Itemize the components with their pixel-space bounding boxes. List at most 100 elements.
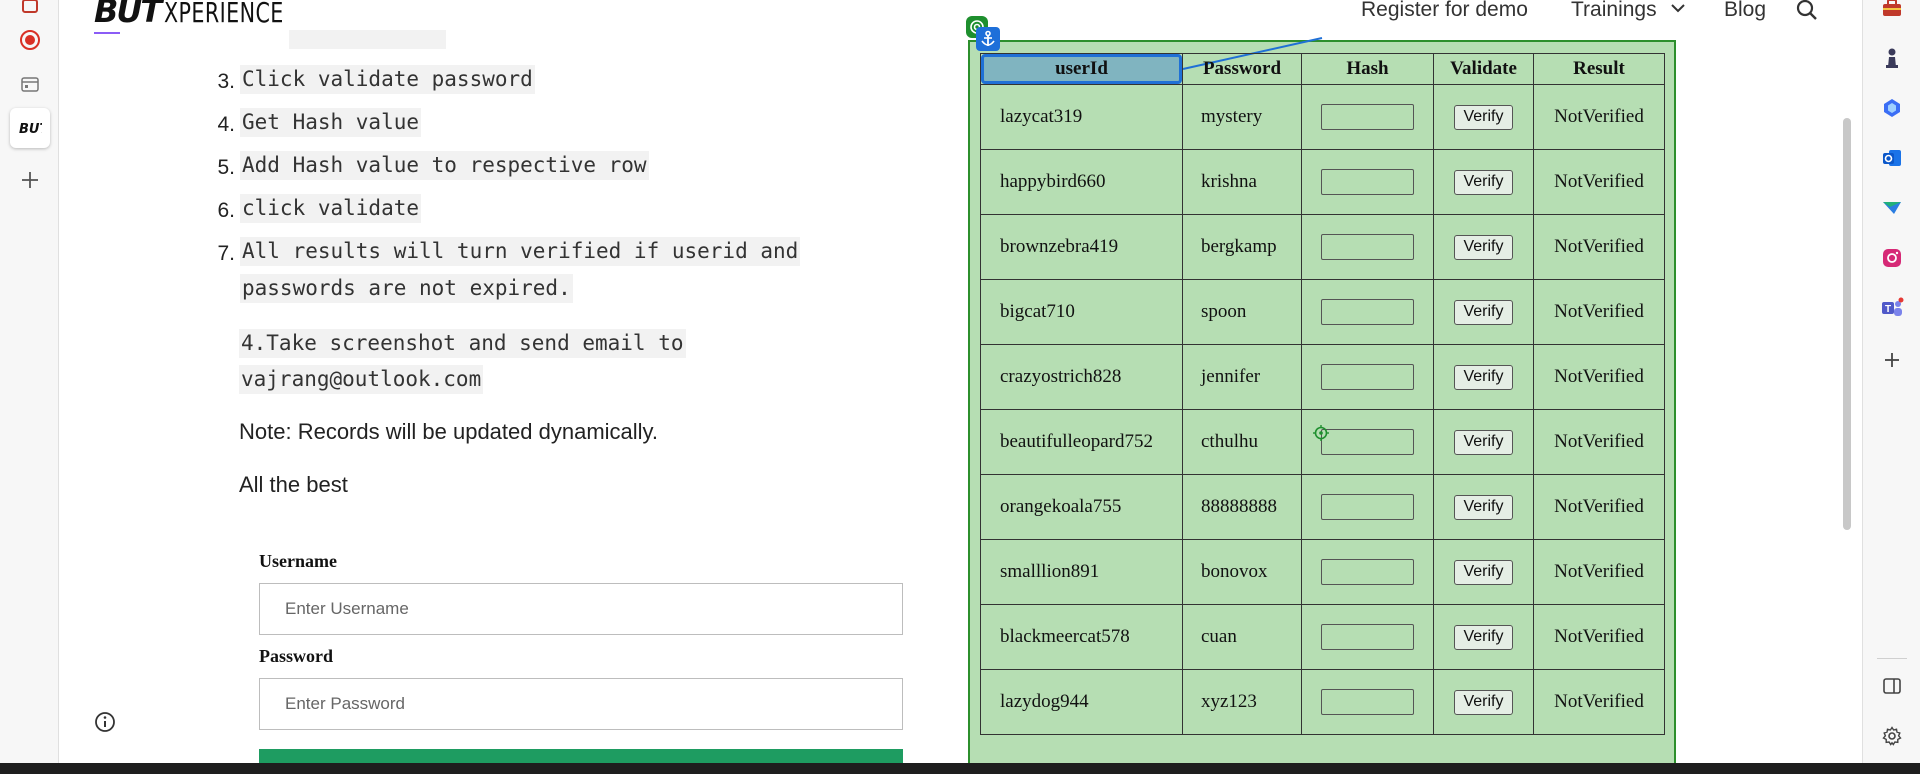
cell-validate: Verify	[1433, 214, 1534, 280]
logo-text[interactable]: XPERIENCE	[164, 0, 284, 29]
chevron-down-icon[interactable]	[1670, 0, 1686, 21]
cell-password: cthulhu	[1182, 409, 1302, 475]
cell-hash	[1301, 344, 1434, 410]
cell-result: NotVerified	[1533, 149, 1665, 215]
cell-userid: crazyostrich828	[980, 344, 1183, 410]
add-icon[interactable]	[1871, 340, 1913, 380]
outlook-icon[interactable]	[1871, 138, 1913, 178]
cell-validate: Verify	[1433, 409, 1534, 475]
hash-input[interactable]	[1321, 494, 1414, 520]
column-header-hash: Hash	[1301, 53, 1434, 85]
step-number: 3.	[217, 70, 235, 93]
verify-button[interactable]: Verify	[1454, 689, 1513, 715]
cell-password: mystery	[1182, 84, 1302, 150]
cell-hash	[1301, 669, 1434, 735]
cell-password: cuan	[1182, 604, 1302, 670]
cell-hash	[1301, 214, 1434, 280]
username-input[interactable]	[259, 583, 903, 635]
anchor-icon[interactable]	[976, 27, 1000, 51]
cell-userid: smalllion891	[980, 539, 1183, 605]
send-icon[interactable]	[1871, 188, 1913, 228]
hash-input[interactable]	[1321, 299, 1414, 325]
hash-input[interactable]	[1321, 104, 1414, 130]
cell-userid: lazycat319	[980, 84, 1183, 150]
table-row: lazycat319 mystery Verify NotVerified	[980, 84, 1665, 150]
cell-result: NotVerified	[1533, 474, 1665, 540]
add-icon[interactable]	[10, 160, 50, 200]
hash-input[interactable]	[1321, 234, 1414, 260]
logo-mark[interactable]: BUT	[94, 0, 162, 30]
nav-trainings[interactable]: Trainings	[1571, 0, 1657, 22]
list-item: 6. click validate	[217, 194, 422, 223]
hash-input[interactable]	[1321, 169, 1414, 195]
but-tab-icon[interactable]: BUT	[10, 108, 50, 148]
password-input[interactable]	[259, 678, 903, 730]
step-text: Add Hash value to respective row	[240, 151, 649, 180]
cell-result: NotVerified	[1533, 539, 1665, 605]
table-row: bigcat710 spoon Verify NotVerified	[980, 279, 1665, 345]
nav-register[interactable]: Register for demo	[1361, 0, 1528, 22]
cell-result: NotVerified	[1533, 279, 1665, 345]
submit-button[interactable]	[259, 749, 903, 763]
cell-validate: Verify	[1433, 604, 1534, 670]
info-icon[interactable]	[94, 711, 116, 738]
cell-hash	[1301, 474, 1434, 540]
cell-validate: Verify	[1433, 669, 1534, 735]
column-header-validate: Validate	[1433, 53, 1534, 85]
record-icon[interactable]	[10, 20, 50, 60]
verify-button[interactable]: Verify	[1454, 364, 1513, 390]
cell-password: bergkamp	[1182, 214, 1302, 280]
nav-blog[interactable]: Blog	[1724, 0, 1766, 22]
verify-button[interactable]: Verify	[1454, 234, 1513, 260]
split-view-icon[interactable]	[1871, 666, 1913, 706]
cell-validate: Verify	[1433, 344, 1534, 410]
column-header-result: Result	[1533, 53, 1665, 85]
list-item: passwords are not expired.	[240, 274, 573, 303]
hash-input[interactable]	[1321, 364, 1414, 390]
calendar-icon[interactable]	[10, 64, 50, 104]
hash-input[interactable]	[1321, 624, 1414, 650]
search-icon[interactable]	[1796, 0, 1818, 26]
table-row: happybird660 krishna Verify NotVerified	[980, 149, 1665, 215]
cell-result: NotVerified	[1533, 669, 1665, 735]
cell-result: NotVerified	[1533, 344, 1665, 410]
browser-window: BUT BUT XPERIENCE Register for demo Trai…	[0, 0, 1920, 774]
table-row: blackmeercat578 cuan Verify NotVerified	[980, 604, 1665, 670]
verify-button[interactable]: Verify	[1454, 494, 1513, 520]
verify-button[interactable]: Verify	[1454, 624, 1513, 650]
copilot-icon[interactable]	[1871, 88, 1913, 128]
selected-header-userid[interactable]: userId	[981, 54, 1182, 84]
table-row: orangekoala755 88888888 Verify NotVerifi…	[980, 474, 1665, 540]
email-instruction-line1: 4.Take screenshot and send email to	[239, 329, 686, 358]
cell-password: bonovox	[1182, 539, 1302, 605]
hash-input[interactable]	[1321, 429, 1414, 455]
cell-userid: lazydog944	[980, 669, 1183, 735]
verify-button[interactable]: Verify	[1454, 104, 1513, 130]
closing-text: All the best	[239, 472, 348, 497]
crosshair-icon	[1313, 425, 1329, 446]
step-text: click validate	[240, 194, 422, 223]
cell-password: xyz123	[1182, 669, 1302, 735]
verify-button[interactable]: Verify	[1454, 559, 1513, 585]
verify-button[interactable]: Verify	[1454, 169, 1513, 195]
instagram-icon[interactable]	[1871, 238, 1913, 278]
verify-button[interactable]: Verify	[1454, 429, 1513, 455]
page-scrollbar[interactable]	[1843, 118, 1851, 530]
verify-button[interactable]: Verify	[1454, 299, 1513, 325]
column-header-userid[interactable]: userId	[980, 53, 1183, 85]
cell-password: spoon	[1182, 279, 1302, 345]
chess-icon[interactable]	[1871, 38, 1913, 78]
cell-userid: bigcat710	[980, 279, 1183, 345]
list-item: 5. Add Hash value to respective row	[217, 151, 649, 180]
cell-password: krishna	[1182, 149, 1302, 215]
teams-icon[interactable]: T	[1871, 288, 1913, 328]
hash-input[interactable]	[1321, 689, 1414, 715]
credentials-table: userId Password Hash Validate Result laz…	[980, 53, 1665, 735]
settings-gear-icon[interactable]	[1871, 716, 1913, 756]
sidebar-divider	[1877, 658, 1907, 659]
cell-result: NotVerified	[1533, 409, 1665, 475]
cell-userid: beautifulleopard752	[980, 409, 1183, 475]
toolbox-icon[interactable]	[1871, 0, 1913, 28]
step-number: 6.	[217, 199, 235, 222]
hash-input[interactable]	[1321, 559, 1414, 585]
